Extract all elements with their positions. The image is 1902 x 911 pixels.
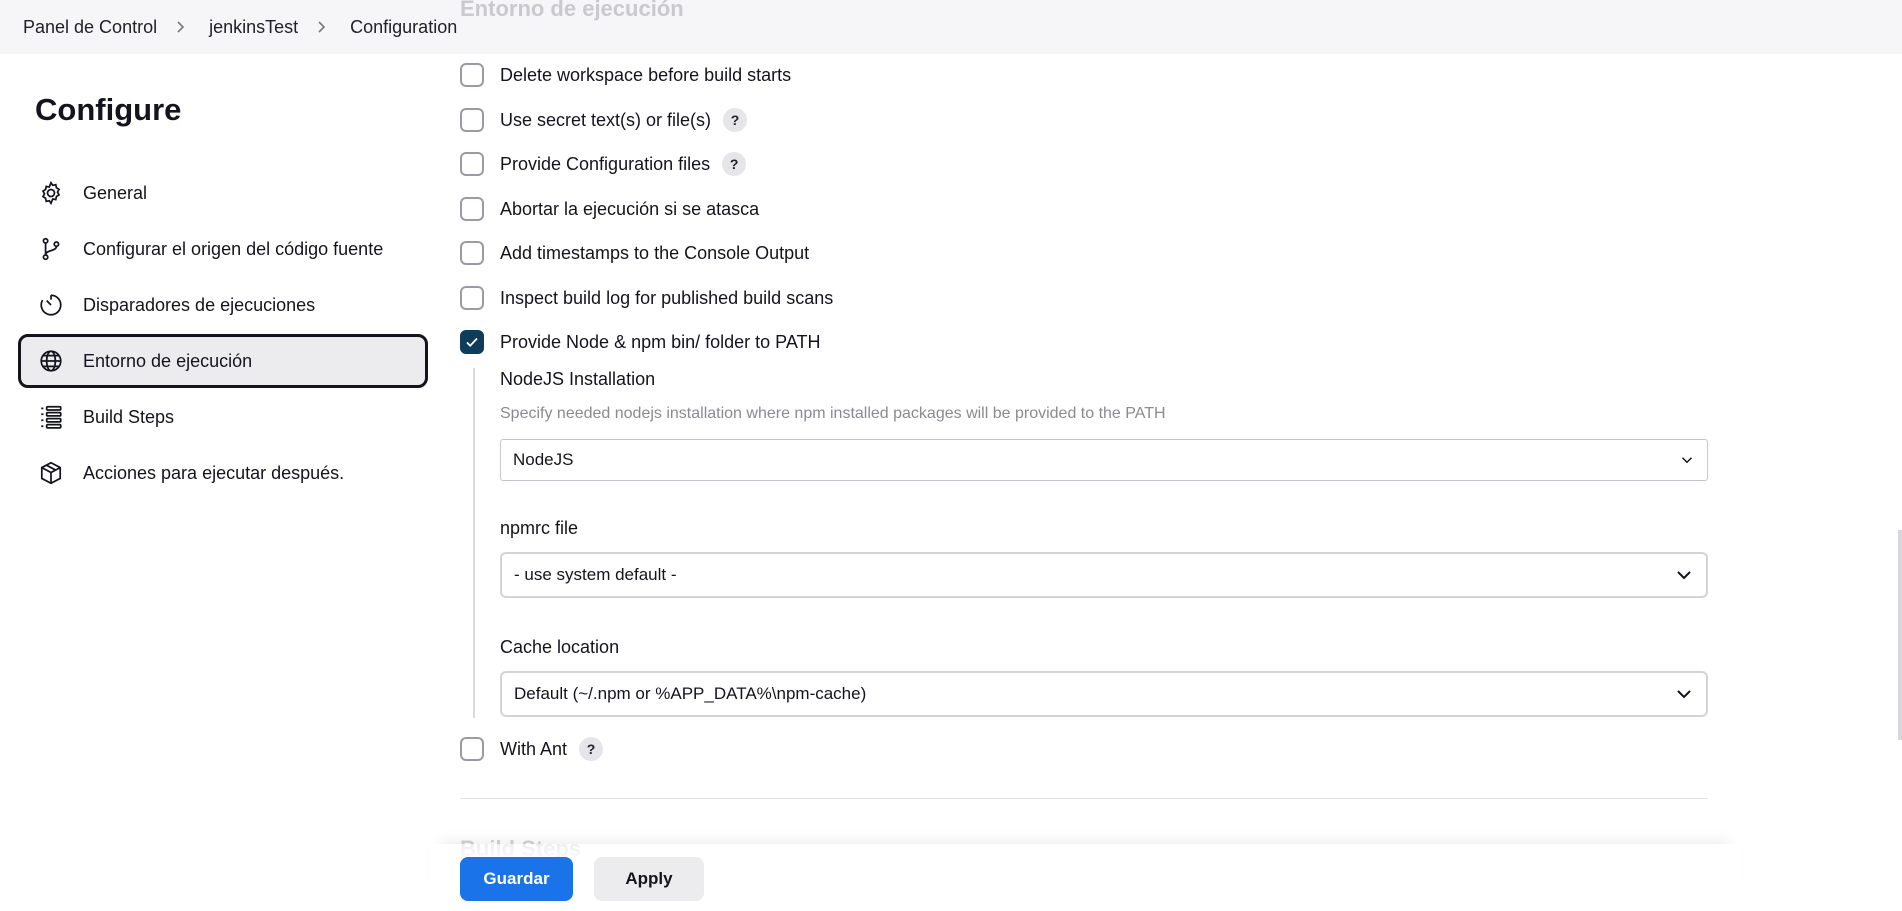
section-title-faded: Entorno de ejecución — [460, 0, 684, 21]
sidebar-item-label: Build Steps — [83, 406, 175, 427]
sidebar-nav: General Configurar el origen del código … — [18, 166, 428, 502]
option-secret-text: Use secret text(s) or file(s) ? — [460, 105, 748, 135]
breadcrumb-job[interactable]: jenkinsTest — [209, 17, 298, 38]
checkbox[interactable] — [460, 241, 484, 265]
select-value: Default (~/.npm or %APP_DATA%\npm-cache) — [514, 684, 867, 703]
globe-icon — [37, 347, 65, 375]
nodejs-installation-select[interactable]: NodeJS — [500, 439, 1708, 481]
checkbox[interactable] — [460, 197, 484, 221]
nodejs-installation-description: Specify needed nodejs installation where… — [500, 405, 1166, 422]
sidebar-item-environment[interactable]: Entorno de ejecución — [18, 334, 428, 388]
chevron-down-icon — [1677, 690, 1691, 699]
sidebar-item-label: Configurar el origen del código fuente — [83, 238, 384, 259]
section-divider — [460, 798, 1708, 799]
option-timestamps: Add timestamps to the Console Output — [460, 238, 809, 268]
apply-button[interactable]: Apply — [594, 857, 704, 901]
nested-section-line — [473, 368, 475, 718]
breadcrumb-configuration[interactable]: Configuration — [350, 17, 457, 38]
option-label[interactable]: Delete workspace before build starts — [500, 65, 791, 86]
npmrc-label: npmrc file — [500, 518, 579, 538]
option-label[interactable]: Provide Node & npm bin/ folder to PATH — [500, 332, 820, 353]
chevron-right-icon — [177, 21, 185, 33]
package-icon — [37, 459, 65, 487]
cache-location-select[interactable]: Default (~/.npm or %APP_DATA%\npm-cache) — [500, 671, 1708, 717]
option-label[interactable]: Abortar la ejecución si se atasca — [500, 199, 759, 220]
option-node-path: Provide Node & npm bin/ folder to PATH — [460, 327, 820, 357]
option-label[interactable]: With Ant — [500, 739, 567, 760]
git-branch-icon — [37, 235, 65, 263]
option-label[interactable]: Inspect build log for published build sc… — [500, 288, 833, 309]
sidebar-item-label: Entorno de ejecución — [83, 350, 253, 371]
option-label[interactable]: Use secret text(s) or file(s) — [500, 110, 711, 131]
sidebar-item-general[interactable]: General — [18, 166, 428, 220]
sidebar-item-triggers[interactable]: Disparadores de ejecuciones — [18, 278, 428, 332]
npmrc-select[interactable]: - use system default - — [500, 552, 1708, 598]
option-label[interactable]: Provide Configuration files — [500, 154, 710, 175]
option-with-ant: With Ant ? — [460, 734, 604, 764]
timer-icon — [37, 291, 65, 319]
help-icon[interactable]: ? — [579, 737, 604, 761]
checkbox[interactable] — [460, 108, 484, 132]
sidebar-item-build-steps[interactable]: Build Steps — [18, 390, 428, 444]
gear-icon — [37, 179, 65, 207]
checkmark-icon — [466, 337, 478, 347]
sidebar-item-label: General — [83, 182, 148, 203]
option-abort-stuck: Abortar la ejecución si se atasca — [460, 194, 759, 224]
checkbox[interactable] — [460, 63, 484, 87]
sidebar-item-post-build[interactable]: Acciones para ejecutar después. — [18, 446, 428, 500]
top-bar: Panel de Control jenkinsTest Configurati… — [0, 0, 1902, 54]
chevron-right-icon — [318, 21, 326, 33]
sidebar-item-source-code[interactable]: Configurar el origen del código fuente — [18, 222, 428, 276]
option-config-files: Provide Configuration files ? — [460, 149, 747, 179]
select-value: NodeJS — [513, 450, 574, 469]
checkbox[interactable] — [460, 286, 484, 310]
save-button[interactable]: Guardar — [460, 857, 573, 901]
option-label[interactable]: Add timestamps to the Console Output — [500, 243, 809, 264]
checkbox-checked[interactable] — [460, 330, 484, 354]
chevron-down-icon — [1677, 571, 1691, 580]
sidebar-title: Configure — [35, 92, 182, 127]
breadcrumb-dashboard[interactable]: Panel de Control — [23, 17, 157, 38]
sidebar-item-label: Acciones para ejecutar después. — [83, 462, 345, 483]
checkbox[interactable] — [460, 737, 484, 761]
select-value: - use system default - — [514, 565, 677, 584]
help-icon[interactable]: ? — [723, 108, 748, 132]
checkbox[interactable] — [460, 152, 484, 176]
sidebar-item-label: Disparadores de ejecuciones — [83, 294, 316, 315]
help-icon[interactable]: ? — [722, 152, 747, 176]
scrollbar[interactable] — [1898, 530, 1902, 740]
cache-location-label: Cache location — [500, 637, 620, 657]
list-icon — [37, 403, 65, 431]
breadcrumb: Panel de Control jenkinsTest Configurati… — [23, 0, 457, 54]
nodejs-installation-label: NodeJS Installation — [500, 369, 656, 389]
chevron-down-icon — [1681, 457, 1693, 464]
option-build-scans: Inspect build log for published build sc… — [460, 283, 833, 313]
option-delete-workspace: Delete workspace before build starts — [460, 60, 791, 90]
